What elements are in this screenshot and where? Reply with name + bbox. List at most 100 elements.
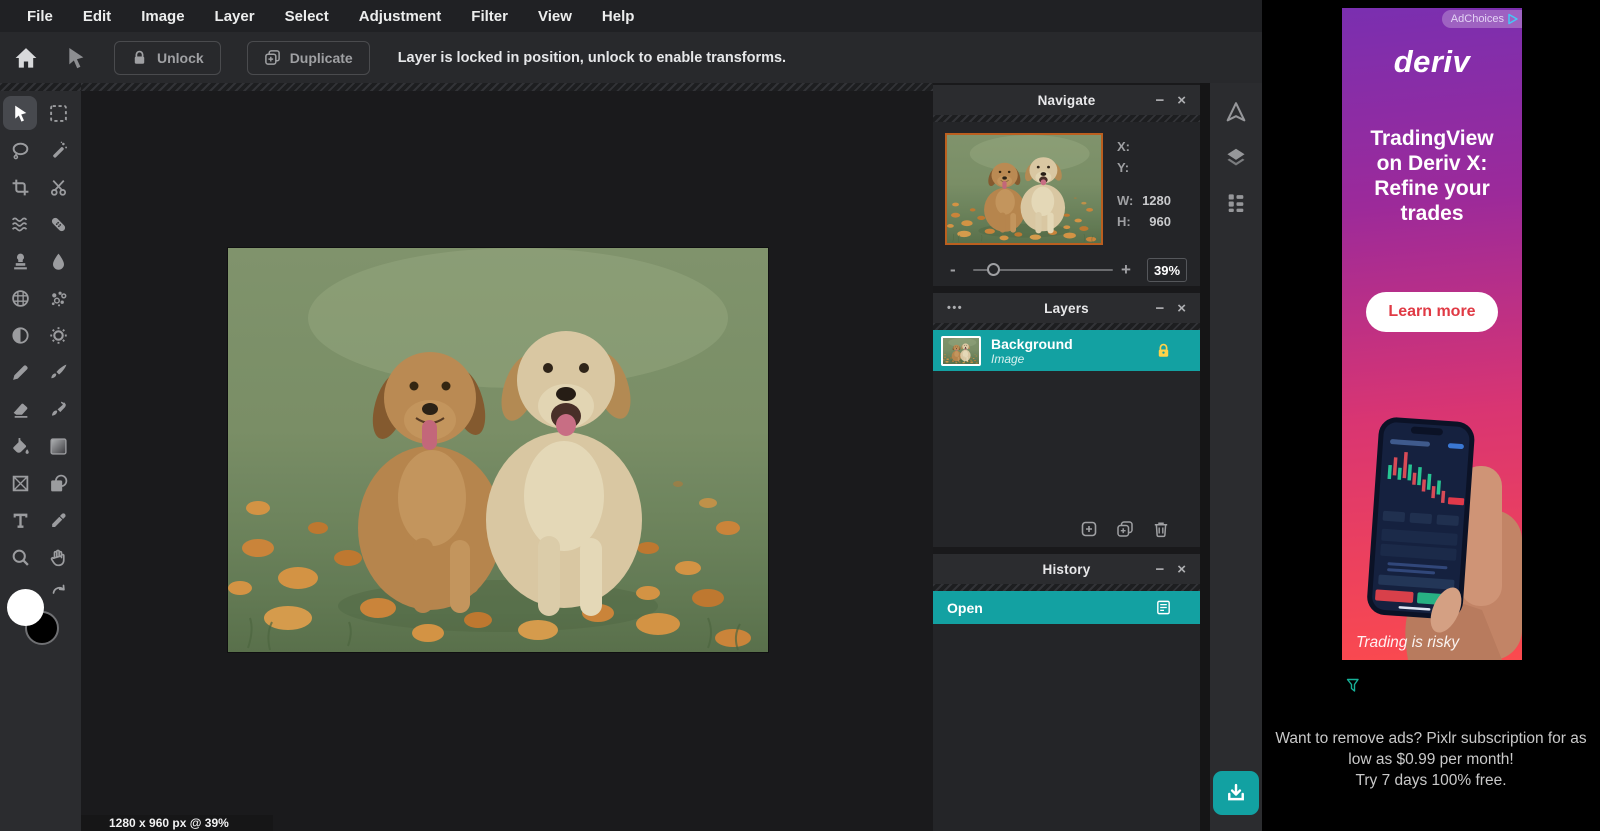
navigate-panel-title: Navigate [1037,92,1096,108]
tool-dispersion[interactable] [41,281,75,315]
layer-locked-message: Layer is locked in position, unlock to e… [397,49,787,66]
history-panel-toggle-icon[interactable] [1225,191,1247,213]
tool-gradient[interactable] [41,429,75,463]
layer-type: Image [991,351,1025,366]
scissors-icon [50,179,66,196]
tool-hand[interactable] [41,540,75,574]
menu-item-help[interactable]: Help [602,8,635,25]
right-rail [1210,83,1262,831]
pointer-icon [14,105,26,122]
deriv-ad-banner[interactable]: AdChoices deriv TradingView on Deriv X: … [1342,8,1522,660]
layer-lock-icon[interactable] [1155,342,1172,359]
unlock-button[interactable]: Unlock [114,40,221,75]
eyedropper-icon [51,512,66,527]
layers-panel-toggle-icon[interactable] [1225,146,1247,168]
tool-eraser[interactable] [3,392,37,426]
tool-arrange[interactable] [3,96,37,130]
history-minimize-button[interactable]: − [1155,562,1164,577]
tool-dodge[interactable] [3,318,37,352]
foreground-color-swatch[interactable] [7,589,44,626]
ad-disclaimer: Trading is risky [1356,634,1460,651]
menu-item-file[interactable]: File [27,8,53,25]
duplicate-button-label: Duplicate [289,49,353,66]
menu-item-filter[interactable]: Filter [471,8,508,25]
menu-item-image[interactable]: Image [141,8,184,25]
pointer-tool-indicator-icon[interactable] [64,46,88,70]
panel-rail-divider [1200,83,1210,831]
x-label: X: [1117,139,1130,154]
layers-close-button[interactable]: × [1177,301,1186,316]
deriv-logo: deriv [1393,44,1471,79]
tool-clone[interactable] [3,244,37,278]
ad-feedback-funnel-icon[interactable] [1346,678,1361,694]
zoom-input[interactable] [1147,258,1187,282]
tool-crop[interactable] [3,170,37,204]
shape-icon [50,474,67,491]
tool-dither[interactable] [3,281,37,315]
learn-more-button[interactable]: Learn more [1366,292,1498,332]
tool-zoom[interactable] [3,540,37,574]
zoom-in-button[interactable]: + [1121,254,1131,286]
y-label: Y: [1117,160,1130,175]
layers-menu-button[interactable]: ••• [947,293,963,323]
layer-row-background[interactable]: Background Image [933,330,1200,371]
history-hatch-divider [933,584,1200,591]
tool-smudge[interactable] [41,392,75,426]
height-value: 960 [1149,214,1171,229]
tool-draw[interactable] [41,355,75,389]
blur-drop-icon [52,253,64,270]
add-layer-icon[interactable] [1080,520,1098,538]
tool-marquee[interactable] [41,96,75,130]
tool-liquify[interactable] [3,207,37,241]
navigate-panel-header: Navigate − × [933,85,1200,115]
history-item-open[interactable]: Open [933,591,1200,624]
ad-column: AdChoices deriv TradingView on Deriv X: … [1262,0,1600,831]
document-icon [1157,600,1170,615]
download-button[interactable] [1213,771,1259,815]
home-icon[interactable] [14,46,38,70]
delete-layer-icon[interactable] [1152,520,1170,538]
history-item-label: Open [947,599,983,616]
navigate-thumbnail[interactable] [945,133,1103,245]
menu-item-select[interactable]: Select [285,8,329,25]
panels-column: Navigate − × X: Y: W: 1280 H: 960 - + 39… [933,83,1200,831]
swap-colors-icon[interactable] [50,583,68,601]
tool-picker[interactable] [41,503,75,537]
menu-item-edit[interactable]: Edit [83,8,111,25]
width-value: 1280 [1142,193,1171,208]
tool-cutout[interactable] [41,170,75,204]
menu-item-adjustment[interactable]: Adjustment [359,8,442,25]
tool-wand[interactable] [41,133,75,167]
tool-lasso[interactable] [3,133,37,167]
tool-fill[interactable] [3,429,37,463]
zoom-slider-row: - + [933,254,1200,286]
adchoices-icon [1508,13,1518,25]
tool-pen[interactable] [3,355,37,389]
menu-item-view[interactable]: View [538,8,572,25]
canvas-image[interactable] [228,248,768,652]
navigate-hatch-divider [933,115,1200,122]
zoom-out-button[interactable]: - [950,254,956,286]
tool-frame[interactable] [3,466,37,500]
tool-detail[interactable] [41,244,75,278]
tool-shape[interactable] [41,466,75,500]
menu-item-layer[interactable]: Layer [215,8,255,25]
duplicate-button[interactable]: Duplicate [246,40,370,75]
tool-heal[interactable] [41,207,75,241]
duplicate-layer-icon[interactable] [1116,520,1134,538]
fill-bucket-icon [12,437,29,454]
zoom-slider-knob[interactable] [987,263,1000,276]
history-close-button[interactable]: × [1177,562,1186,577]
tool-text[interactable] [3,503,37,537]
navigate-panel-toggle-icon[interactable] [1225,101,1247,123]
adchoices-label: AdChoices [1450,13,1504,25]
tool-grid [3,96,75,574]
zoom-slider-track[interactable] [973,263,1113,276]
tool-burn[interactable] [41,318,75,352]
navigate-info: X: Y: W: 1280 H: 960 [1117,136,1171,232]
layers-list-empty-area [933,371,1200,511]
layers-minimize-button[interactable]: − [1155,301,1164,316]
navigate-minimize-button[interactable]: − [1155,93,1164,108]
adchoices-badge[interactable]: AdChoices [1441,10,1522,28]
navigate-close-button[interactable]: × [1177,93,1186,108]
